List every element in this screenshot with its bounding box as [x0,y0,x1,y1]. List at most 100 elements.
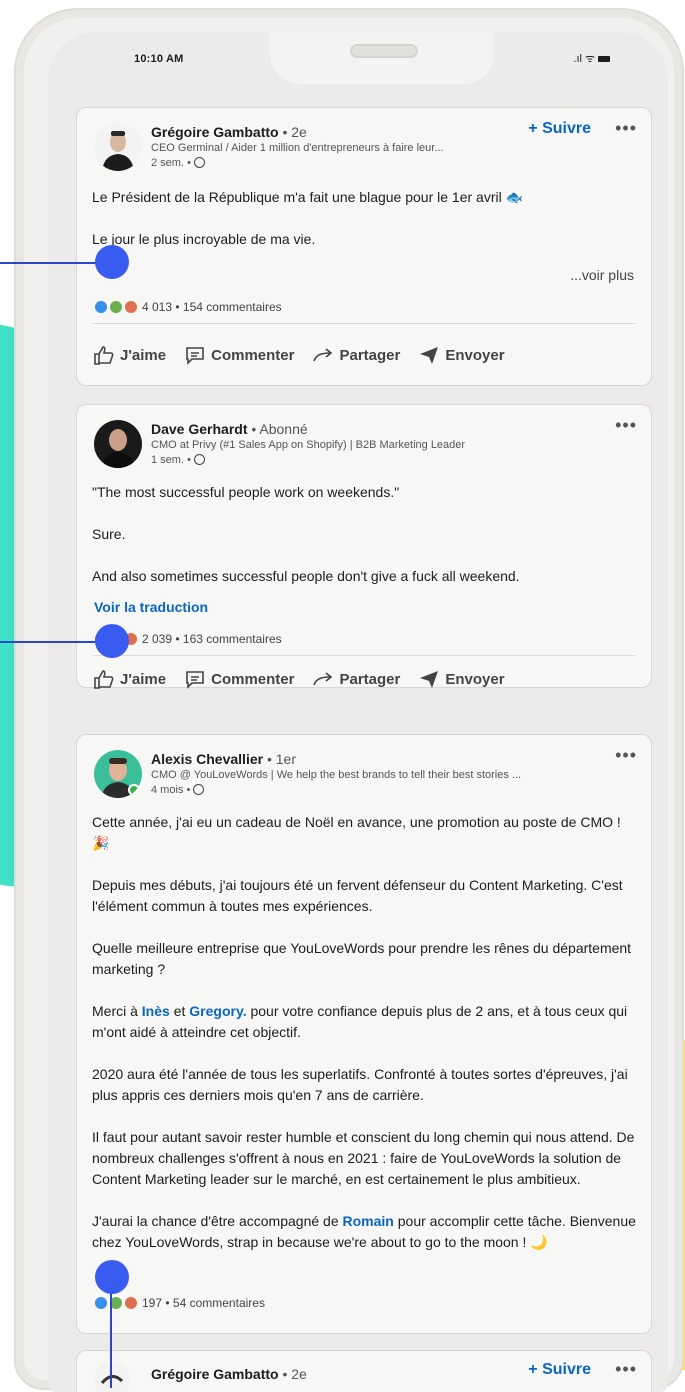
signal-icon: .ıl [573,52,582,65]
follow-button[interactable]: + Suivre [528,120,591,138]
post-time: 2 sem. • [151,157,191,169]
post-paragraph: Cette année, j'ai eu un cadeau de Noël e… [92,814,621,851]
phone-notch [270,32,494,84]
love-reaction-icon [125,301,137,313]
post-paragraph: Il faut pour autant savoir rester humble… [92,1129,635,1187]
like-label: J'aime [120,670,167,688]
avatar[interactable] [94,420,142,468]
like-reaction-icon [95,1297,107,1309]
send-button[interactable]: Envoyer [418,669,505,689]
comment-count[interactable]: • 163 commentaires [175,632,281,646]
avatar[interactable] [94,123,142,171]
comment-icon [186,347,204,365]
status-icons: .ıl ᯤ [573,51,610,66]
feed-post: Alexis Chevallier • 1er CMO @ YouLoveWor… [76,734,652,1334]
comment-count[interactable]: • 154 commentaires [175,300,281,314]
like-reaction-icon [95,301,107,313]
author-name[interactable]: Grégoire Gambatto [151,1366,279,1382]
post-paragraph: And also sometimes successful people don… [92,568,520,584]
annotation-pin [95,624,129,658]
globe-icon [193,454,205,465]
phone-screen: 10:10 AM .ıl ᯤ Grégoire Gambatto • 2e CE… [48,32,668,1392]
annotation-pin [95,245,129,279]
connection-degree: • 1er [266,751,296,767]
share-arrow-icon [313,672,333,686]
like-label: J'aime [120,346,167,364]
post-paragraph: 2020 aura été l'année de tous les superl… [92,1066,628,1103]
post-paragraph: Merci à Inès et Gregory. pour votre conf… [92,1001,637,1043]
annotation-line [0,641,110,643]
phone-frame: 10:10 AM .ıl ᯤ Grégoire Gambatto • 2e CE… [14,8,684,1392]
globe-icon [193,157,205,168]
comment-button[interactable]: Commenter [184,669,294,689]
globe-icon [193,784,205,795]
more-options-icon[interactable]: ••• [615,745,637,766]
author-headline: CEO Germinal / Aider 1 million d'entrepr… [151,142,444,154]
avatar[interactable] [94,750,142,798]
share-label: Partager [339,670,401,688]
battery-icon [598,55,610,62]
post-paragraph: Depuis mes débuts, j'ai toujours été un … [92,877,623,914]
author-name[interactable]: Grégoire Gambatto [151,124,279,140]
post-body: Le Président de la République m'a fait u… [92,187,637,250]
share-button[interactable]: Partager [312,345,400,365]
celebrate-reaction-icon [110,301,122,313]
send-icon [420,671,439,688]
post-paragraph: Quelle meilleure entreprise que YouLoveW… [92,940,632,977]
more-options-icon[interactable]: ••• [615,1359,637,1380]
send-icon [420,347,439,364]
see-translation-link[interactable]: Voir la traduction [94,599,208,615]
post-body: "The most successful people work on week… [92,482,637,587]
post-paragraph: J'aurai la chance d'être accompagné de R… [92,1211,637,1253]
like-button[interactable]: J'aime [93,345,166,365]
wifi-icon: ᯤ [584,53,595,65]
post-paragraph: Le Président de la République m'a fait u… [92,189,524,205]
comment-count[interactable]: • 54 commentaires [165,1296,265,1310]
post-actions: J'aime Commenter Partager Envoyer [93,345,635,365]
see-more-link[interactable]: ...voir plus [570,267,634,283]
more-options-icon[interactable]: ••• [615,118,637,139]
post-actions: J'aime Commenter Partager Envoyer [93,669,635,689]
connection-degree: • 2e [282,124,307,140]
text-span: J'aurai la chance d'être accompagné de [92,1213,343,1229]
post-time: 1 sem. • [151,454,191,466]
feed-post: Dave Gerhardt • Abonné CMO at Privy (#1 … [76,404,652,689]
send-label: Envoyer [445,670,505,688]
send-button[interactable]: Envoyer [418,345,505,365]
reactions-summary[interactable]: 197 • 54 commentaires [95,1296,265,1310]
connection-degree: • 2e [282,1366,307,1382]
avatar[interactable] [94,1361,130,1392]
reactions-summary[interactable]: 4 013 • 154 commentaires [95,300,282,314]
reaction-count: 4 013 [142,300,173,314]
author-name[interactable]: Dave Gerhardt [151,421,247,437]
follow-button[interactable]: + Suivre [528,1361,591,1379]
author-headline: CMO at Privy (#1 Sales App on Shopify) |… [151,439,466,451]
send-label: Envoyer [445,346,505,364]
feed-post: Grégoire Gambatto • 2e CEO Germinal / Ai… [76,107,652,386]
status-time: 10:10 AM [134,53,184,65]
share-button[interactable]: Partager [312,669,400,689]
mention-link[interactable]: Inès [142,1003,170,1019]
comment-button[interactable]: Commenter [184,345,294,365]
text-span: et [169,1003,190,1019]
feed-post: Grégoire Gambatto • 2e + Suivre ••• [76,1350,652,1392]
divider [93,655,635,656]
thumbs-up-icon [94,346,114,365]
post-paragraph: Sure. [92,526,126,542]
divider [93,323,635,324]
more-options-icon[interactable]: ••• [615,415,637,436]
annotation-pin [95,1260,129,1294]
speaker-grille [350,44,418,58]
comment-label: Commenter [211,346,295,364]
like-button[interactable]: J'aime [93,669,166,689]
post-time: 4 mois • [151,784,191,796]
author-name[interactable]: Alexis Chevallier [151,751,263,767]
comment-icon [186,671,204,689]
love-reaction-icon [125,1297,137,1309]
reaction-count: 197 [142,1296,163,1310]
mention-link[interactable]: Gregory. [189,1003,246,1019]
connection-degree: • Abonné [251,421,308,437]
mention-link[interactable]: Romain [343,1213,394,1229]
post-paragraph: Le jour le plus incroyable de ma vie. [92,231,316,247]
share-arrow-icon [313,348,333,362]
